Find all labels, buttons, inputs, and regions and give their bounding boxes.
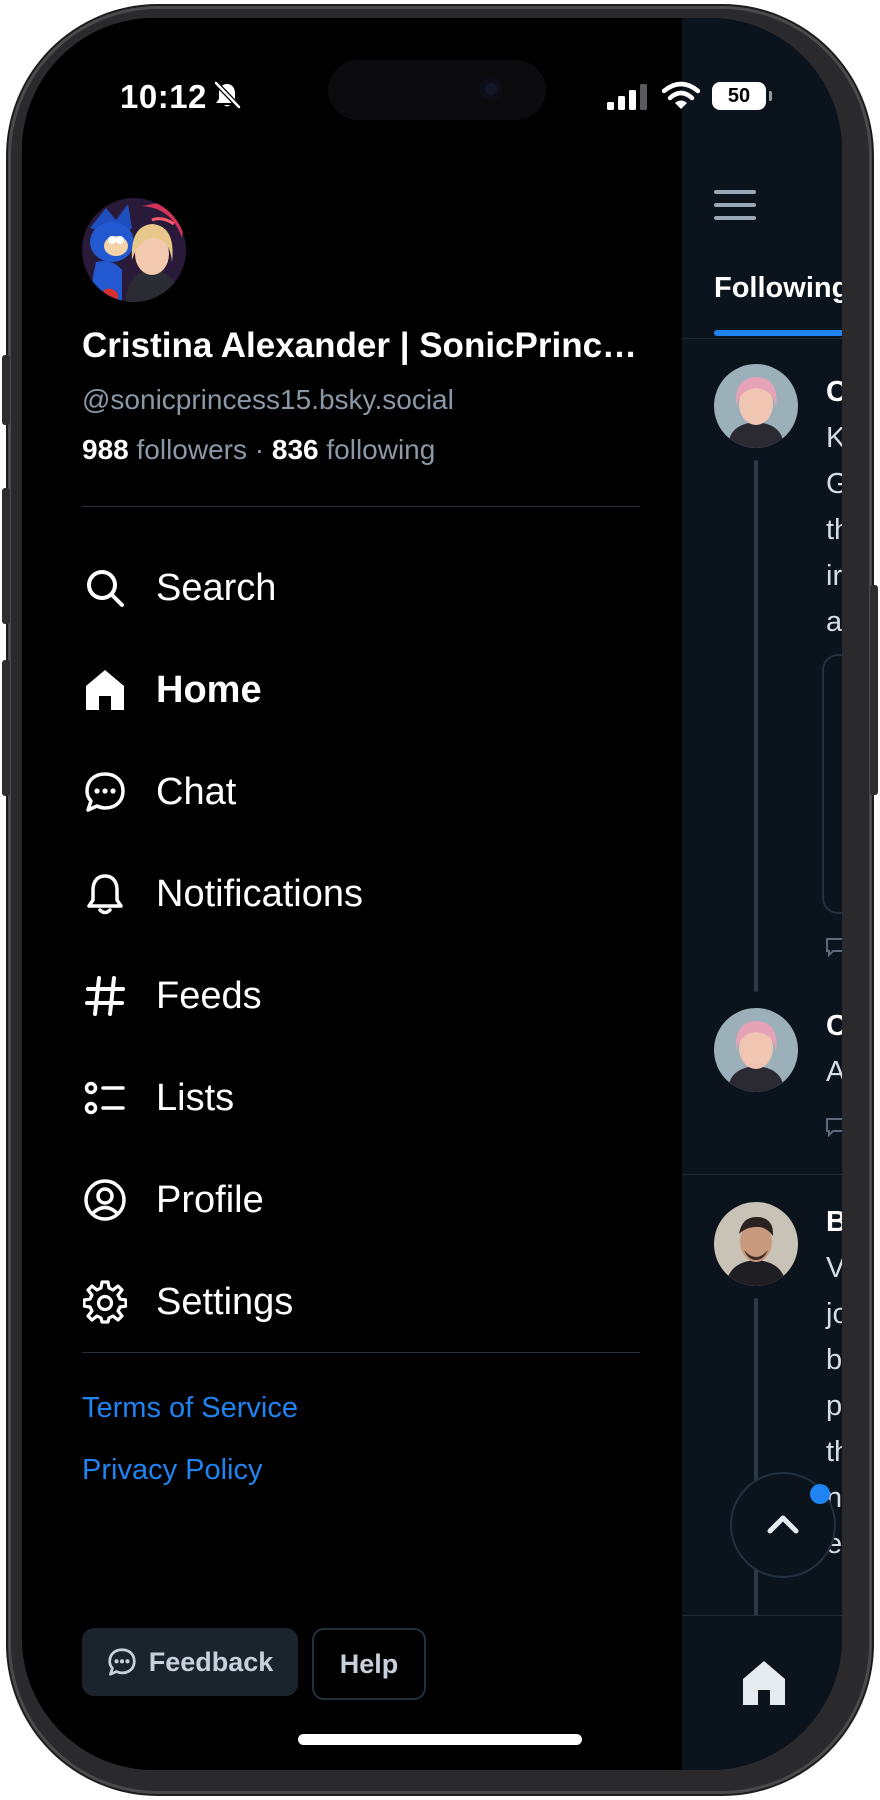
post-text-line: p	[826, 1390, 842, 1422]
list-icon	[82, 1075, 128, 1121]
nav-item-home[interactable]: Home	[82, 650, 622, 730]
feed-panel: Following C K G th ir a C A B V jo b p	[682, 18, 842, 1770]
count-separator: ·	[254, 434, 265, 465]
help-label: Help	[339, 1648, 399, 1679]
divider	[82, 506, 640, 507]
nav-item-chat[interactable]: Chat	[82, 752, 622, 832]
follow-counts[interactable]: 988 followers · 836 following	[82, 434, 435, 466]
post-text-line: th	[826, 1436, 842, 1468]
nav-item-label: Home	[156, 668, 262, 711]
dynamic-island	[328, 60, 546, 120]
reply-icon[interactable]	[824, 1116, 842, 1138]
privacy-policy-link[interactable]: Privacy Policy	[82, 1454, 263, 1487]
home-icon[interactable]	[740, 1658, 788, 1708]
nav-item-label: Notifications	[156, 872, 363, 915]
search-icon	[82, 565, 128, 611]
post-avatar[interactable]	[714, 364, 798, 448]
silent-mode-icon	[214, 81, 241, 109]
profile-handle: @sonicprincess15.bsky.social	[82, 384, 454, 415]
post-text-line: A	[826, 1056, 842, 1088]
cellular-signal-icon	[607, 84, 647, 110]
chat-icon	[82, 769, 128, 815]
post-text-line: K	[826, 422, 842, 454]
following-count: 836	[271, 434, 319, 465]
new-posts-dot	[810, 1484, 830, 1504]
power-button	[870, 585, 878, 795]
nav-item-lists[interactable]: Lists	[82, 1058, 622, 1138]
post-author: C	[826, 1010, 842, 1042]
nav-item-label: Chat	[156, 770, 237, 813]
gear-icon	[82, 1279, 128, 1325]
silent-switch	[2, 355, 10, 425]
bottom-tab-bar	[682, 1615, 842, 1770]
divider	[82, 1352, 640, 1353]
embed-card[interactable]	[822, 654, 842, 914]
nav-item-settings[interactable]: Settings	[82, 1262, 622, 1342]
post-text-line: V	[826, 1252, 842, 1284]
profile-display-name[interactable]: Cristina Alexander | SonicPrincess15	[82, 326, 642, 366]
volume-down-button	[2, 660, 10, 796]
feedback-button[interactable]: Feedback	[82, 1628, 298, 1696]
battery-indicator: 50	[712, 82, 772, 110]
profile-icon	[82, 1177, 128, 1223]
followers-count: 988	[82, 434, 129, 465]
post-text-line: th	[826, 514, 842, 546]
following-label: following	[326, 434, 436, 465]
home-indicator[interactable]	[298, 1734, 582, 1745]
chat-icon	[108, 1648, 136, 1676]
nav-item-label: Lists	[156, 1076, 235, 1119]
post-author: B	[826, 1206, 842, 1238]
bell-icon	[82, 871, 128, 917]
nav-item-search[interactable]: Search	[82, 548, 622, 628]
post-text-line: G	[826, 468, 842, 500]
reply-icon[interactable]	[824, 936, 842, 958]
feedback-label: Feedback	[148, 1646, 274, 1677]
status-time: 10:12	[120, 78, 207, 115]
tab-following[interactable]: Following	[714, 272, 842, 305]
avatar[interactable]	[82, 198, 186, 302]
hash-icon	[82, 973, 128, 1019]
nav-item-feeds[interactable]: Feeds	[82, 956, 622, 1036]
screen: Following C K G th ir a C A B V jo b p	[22, 18, 842, 1770]
nav-item-label: Feeds	[156, 974, 262, 1017]
home-icon	[82, 667, 128, 713]
nav-item-label: Profile	[156, 1178, 264, 1221]
post-text-line: a	[826, 606, 842, 638]
nav-item-notifications[interactable]: Notifications	[82, 854, 622, 934]
followers-label: followers	[136, 434, 247, 465]
post-text-line: jo	[826, 1298, 842, 1330]
thread-line	[754, 460, 758, 992]
volume-up-button	[2, 488, 10, 624]
tab-divider	[682, 338, 842, 339]
post-text-line: ir	[826, 560, 842, 592]
tab-underline	[714, 330, 842, 336]
help-button[interactable]: Help	[312, 1628, 426, 1700]
nav-item-profile[interactable]: Profile	[82, 1160, 622, 1240]
wifi-icon	[662, 81, 700, 109]
post-text-line: b	[826, 1344, 842, 1376]
menu-icon[interactable]	[714, 190, 756, 220]
post-author: C	[826, 376, 842, 408]
nav-item-label: Search	[156, 566, 277, 609]
thread-line	[754, 1298, 758, 1638]
post-divider	[682, 1174, 842, 1175]
post-avatar[interactable]	[714, 1008, 798, 1092]
terms-of-service-link[interactable]: Terms of Service	[82, 1392, 298, 1425]
side-drawer: Cristina Alexander | SonicPrincess15 @so…	[22, 18, 682, 1770]
nav-item-label: Settings	[156, 1280, 294, 1323]
post-avatar[interactable]	[714, 1202, 798, 1286]
